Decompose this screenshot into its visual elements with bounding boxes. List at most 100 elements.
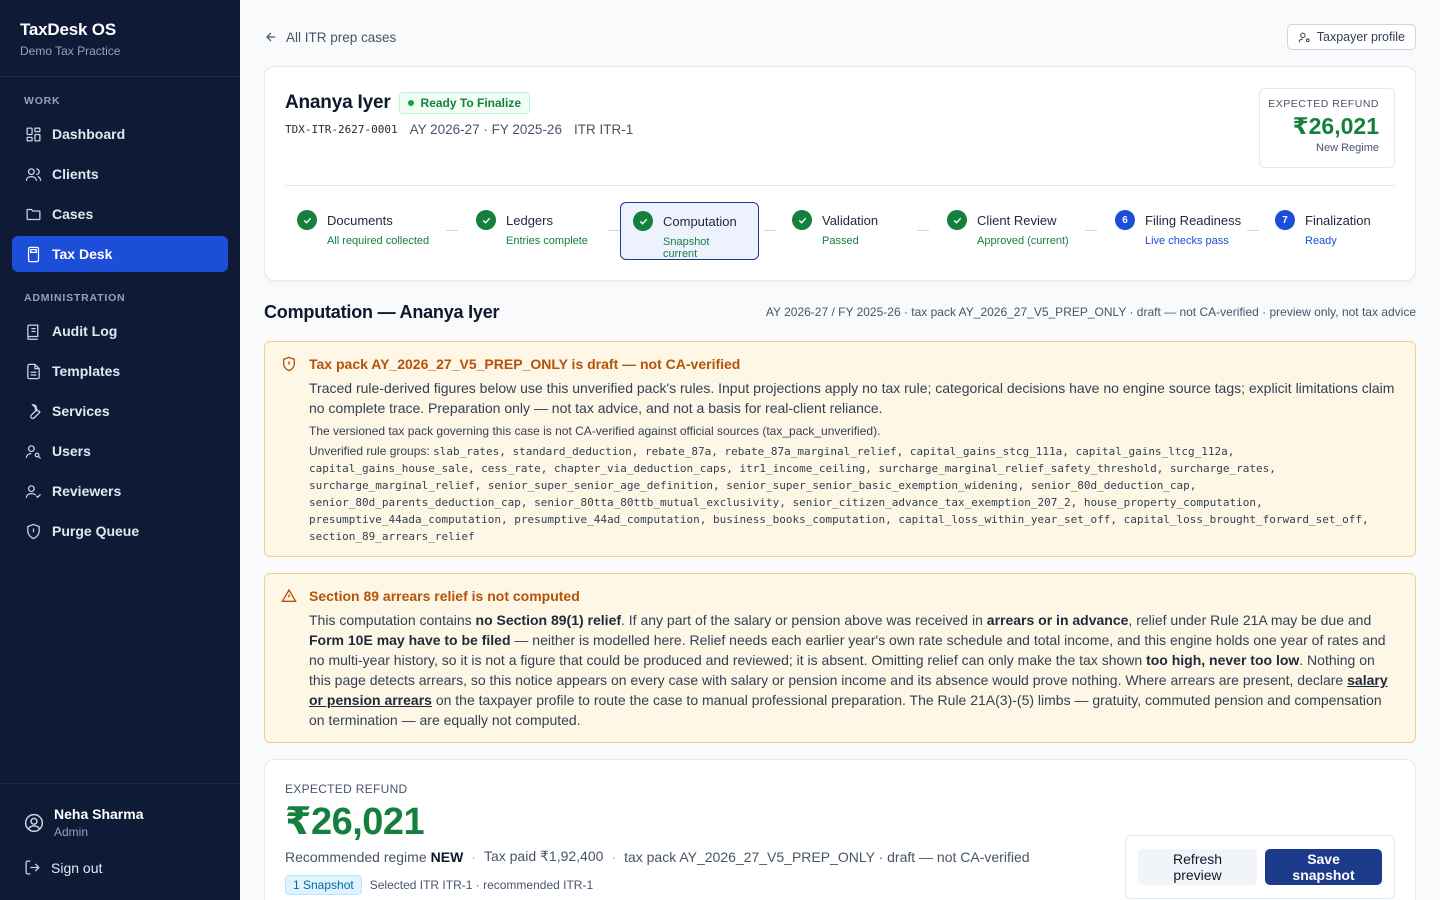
sidebar-item-clients[interactable]: Clients	[12, 156, 228, 192]
main-content: All ITR prep cases Taxpayer profile Anan…	[240, 0, 1440, 900]
divider	[285, 185, 1395, 186]
arrow-left-icon	[266, 32, 276, 42]
tax-paid: Tax paid ₹1,92,400	[483, 848, 604, 864]
users-icon	[24, 165, 42, 183]
sidebar-item-cases[interactable]: Cases	[12, 196, 228, 232]
sidebar-item-audit-log[interactable]: Audit Log	[12, 313, 228, 349]
sidebar-item-templates[interactable]: Templates	[12, 353, 228, 389]
tax-pack-info: tax pack AY_2026_27_V5_PREP_ONLY · draft…	[624, 848, 1030, 865]
check-icon	[633, 211, 653, 231]
step-ledgers[interactable]: Ledgers Entries complete	[476, 202, 588, 260]
step-connector	[917, 230, 929, 231]
groups-line: senior_80d_parents_deduction_cap, senior…	[309, 496, 1263, 509]
sidebar-item-dashboard[interactable]: Dashboard	[12, 116, 228, 152]
refund-label: EXPECTED REFUND	[285, 782, 408, 796]
snapshot-chip[interactable]: 1 Snapshot	[285, 875, 362, 895]
step-name: Client Review	[977, 212, 1057, 228]
alert-triangle-icon	[281, 588, 297, 604]
check-icon	[297, 210, 317, 230]
step-connector	[608, 230, 620, 231]
taxpayer-profile-button[interactable]: Taxpayer profile	[1286, 24, 1416, 50]
user-role: Admin	[54, 825, 89, 839]
warning-body: Traced rule-derived figures below use th…	[309, 380, 1395, 416]
step-number-icon: 7	[1275, 210, 1295, 230]
sidebar-item-tax-desk[interactable]: Tax Desk	[12, 236, 228, 272]
section-89-warning: Section 89 arrears relief is not compute…	[264, 573, 1416, 743]
save-snapshot-button[interactable]: Save snapshot	[1265, 849, 1382, 885]
status-badge: Ready To Finalize	[398, 92, 530, 114]
sidebar-item-users[interactable]: Users	[12, 433, 228, 469]
step-connector	[446, 230, 458, 231]
shield-icon	[24, 522, 42, 540]
sidebar-item-label: Reviewers	[52, 483, 122, 499]
step-status: Entries complete	[506, 235, 588, 247]
step-computation[interactable]: Computation Snapshot current	[620, 202, 759, 260]
step-name: Filing Readiness	[1145, 212, 1242, 228]
sidebar: TaxDesk OS Demo Tax Practice WORK Dashbo…	[0, 0, 240, 900]
log-icon	[24, 322, 42, 340]
text: This computation contains	[309, 612, 476, 628]
computation-meta: AY 2026-27 / FY 2025-26 · tax pack AY_20…	[765, 305, 1416, 319]
sidebar-item-services[interactable]: Services	[12, 393, 228, 429]
sidebar-item-purge-queue[interactable]: Purge Queue	[12, 513, 228, 549]
refresh-preview-button[interactable]: Refresh preview	[1138, 849, 1258, 885]
text: . If any part of the salary or pension a…	[621, 612, 987, 628]
step-client-review[interactable]: Client Review Approved (current)	[947, 202, 1069, 260]
sidebar-item-label: Dashboard	[52, 126, 126, 142]
step-status: Snapshot current	[663, 236, 710, 260]
step-status: Ready	[1305, 235, 1337, 247]
emphasis: no Section 89(1) relief	[475, 612, 622, 628]
sidebar-item-label: Tax Desk	[52, 246, 113, 262]
step-validation[interactable]: Validation Passed	[792, 202, 878, 260]
groups-line: capital_gains_house_sale, cess_rate, cha…	[309, 462, 1276, 475]
groups-line: surcharge_marginal_relief, senior_super_…	[309, 479, 1197, 492]
itr-note: Selected ITR ITR-1 · recommended ITR-1	[369, 878, 594, 892]
step-name: Finalization	[1305, 212, 1371, 228]
separator: ·	[611, 848, 617, 865]
refund-summary-card: EXPECTED REFUND ₹26,021 Recommended regi…	[264, 759, 1416, 900]
sidebar-item-label: Purge Queue	[52, 523, 140, 539]
nav-section-administration: ADMINISTRATION	[24, 292, 126, 304]
step-filing-readiness[interactable]: 6 Filing Readiness Live checks pass	[1115, 202, 1241, 260]
step-documents[interactable]: Documents All required collected	[297, 202, 429, 260]
sidebar-item-reviewers[interactable]: Reviewers	[12, 473, 228, 509]
sidebar-footer: Neha Sharma Admin Sign out	[0, 783, 240, 876]
check-icon	[476, 210, 496, 230]
folder-icon	[24, 205, 42, 223]
sign-out-label: Sign out	[51, 859, 103, 876]
user-profile[interactable]: Neha Sharma Admin	[0, 784, 240, 839]
warning-title: Section 89 arrears relief is not compute…	[309, 588, 580, 604]
brand-subtitle: Demo Tax Practice	[20, 44, 121, 58]
user-check-icon	[24, 482, 42, 500]
groups-line: slab_rates, standard_deduction, rebate_8…	[433, 445, 1235, 458]
step-status: Passed	[822, 235, 859, 247]
refund-amount: ₹26,021	[285, 801, 425, 843]
user-settings-icon	[1298, 32, 1310, 42]
case-title-row: Ananya Iyer Ready To Finalize	[285, 92, 530, 114]
case-header-card: Ananya Iyer Ready To Finalize TDX-ITR-26…	[264, 66, 1416, 281]
step-status: Live checks pass	[1145, 235, 1229, 247]
emphasis: arrears or in advance	[986, 612, 1129, 628]
step-name: Ledgers	[506, 212, 553, 228]
sign-out-icon	[25, 860, 40, 875]
text: , relief under Rule 21A may be due and	[1128, 612, 1372, 628]
step-status: Approved (current)	[977, 235, 1069, 247]
computation-title: Computation — Ananya Iyer	[264, 301, 500, 322]
user-circle-icon	[24, 813, 44, 832]
back-link[interactable]: All ITR prep cases	[264, 30, 396, 45]
sidebar-item-label: Users	[52, 443, 91, 459]
nav-section-work: WORK	[24, 95, 61, 107]
taxpayer-profile-label: Taxpayer profile	[1316, 30, 1405, 44]
step-connector	[764, 230, 776, 231]
warning-title: Tax pack AY_2026_27_V5_PREP_ONLY is draf…	[309, 356, 741, 372]
step-finalization[interactable]: 7 Finalization Ready	[1275, 202, 1371, 260]
text: on the taxpayer profile to route the cas…	[309, 692, 1382, 728]
action-bar: Refresh preview Save snapshot	[1125, 835, 1395, 899]
step-name: Validation	[822, 212, 879, 228]
dashboard-icon	[24, 125, 42, 143]
groups-line: section_89_arrears_relief	[309, 530, 475, 543]
sign-out-button[interactable]: Sign out	[0, 859, 240, 876]
expected-refund-regime: New Regime	[1316, 142, 1379, 154]
calculator-icon	[24, 245, 42, 263]
back-link-label: All ITR prep cases	[286, 29, 397, 45]
